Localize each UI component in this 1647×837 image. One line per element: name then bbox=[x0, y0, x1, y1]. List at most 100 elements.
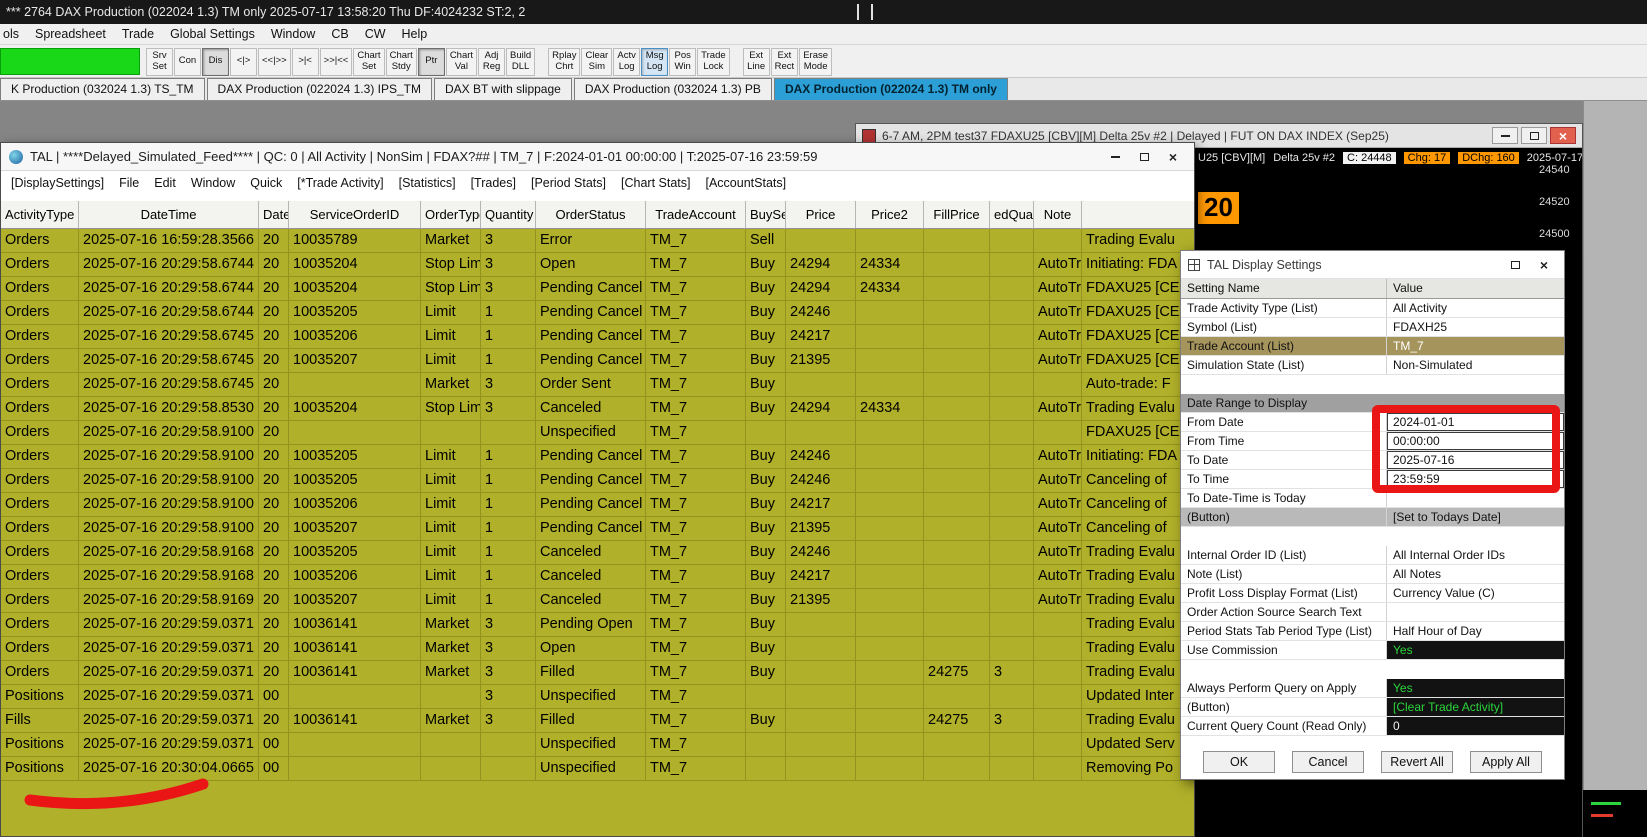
settings-row-trade-activity-type-list[interactable]: Trade Activity Type (List) All Activity bbox=[1181, 299, 1564, 318]
table-row[interactable]: Orders 2025-07-16 20:29:58.9168 20 10035206… bbox=[1, 565, 1194, 589]
settings-row-order-action-source-search-text[interactable]: Order Action Source Search Text bbox=[1181, 603, 1564, 622]
table-row[interactable]: Orders 2025-07-16 20:29:58.8530 20 10035204… bbox=[1, 397, 1194, 421]
dialog-titlebar[interactable]: TAL Display Settings × bbox=[1181, 251, 1564, 279]
minimize-icon[interactable] bbox=[1102, 148, 1128, 165]
settings-row-use-commission[interactable]: Use Commission Yes bbox=[1181, 641, 1564, 660]
menu-item-ols[interactable]: ols bbox=[3, 27, 19, 41]
column-header-date[interactable]: Date bbox=[259, 201, 289, 229]
column-header-quantity[interactable]: Quantity bbox=[481, 201, 536, 229]
close-icon[interactable]: × bbox=[1550, 127, 1576, 144]
menu-item-window[interactable]: Window bbox=[271, 27, 315, 41]
dialog-button-ok[interactable]: OK bbox=[1203, 751, 1275, 773]
tab-dax-bt-with-slippage[interactable]: DAX BT with slippage bbox=[433, 78, 572, 100]
table-row[interactable]: Orders 2025-07-16 20:29:58.6745 20 10035207… bbox=[1, 349, 1194, 373]
menu-item-trade[interactable]: Trade bbox=[122, 27, 154, 41]
close-icon[interactable]: × bbox=[1531, 256, 1557, 273]
dialog-button-revert-all[interactable]: Revert All bbox=[1381, 751, 1453, 773]
toolbar-button-srv-set[interactable]: Srv Set bbox=[146, 47, 173, 76]
tal-menu-edit[interactable]: Edit bbox=[154, 176, 176, 190]
toolbar-button-rplay-chrt[interactable]: Rplay Chrt bbox=[548, 47, 581, 76]
tal-menu-trade-activity[interactable]: [*Trade Activity] bbox=[297, 176, 383, 190]
column-header-last[interactable] bbox=[1082, 201, 1194, 229]
table-row[interactable]: Orders 2025-07-16 20:29:59.0371 20 10036141… bbox=[1, 637, 1194, 661]
table-row[interactable]: Orders 2025-07-16 20:29:58.9100 20 10035206… bbox=[1, 493, 1194, 517]
toolbar-button-ext-rect[interactable]: Ext Rect bbox=[770, 47, 799, 76]
table-row[interactable]: Orders 2025-07-16 20:29:58.9169 20 10035207… bbox=[1, 589, 1194, 613]
table-row[interactable]: Orders 2025-07-16 20:29:58.9100 20 10035207… bbox=[1, 517, 1194, 541]
toolbar-button-msg-log[interactable]: Msg Log bbox=[641, 47, 669, 76]
toolbar-button-item[interactable]: >>|<< bbox=[319, 47, 353, 76]
settings-row-trade-account-list[interactable]: Trade Account (List) TM_7 bbox=[1181, 337, 1564, 356]
settings-row-button[interactable]: (Button) [Set to Todays Date] bbox=[1181, 508, 1564, 527]
maximize-icon[interactable] bbox=[1502, 256, 1528, 273]
settings-row-period-stats-tab-period-type-list[interactable]: Period Stats Tab Period Type (List) Half … bbox=[1181, 622, 1564, 641]
table-row[interactable]: Positions 2025-07-16 20:29:59.0371 00 Unspe… bbox=[1, 733, 1194, 757]
tal-menu-displaysettings[interactable]: [DisplaySettings] bbox=[11, 176, 104, 190]
tal-menu-trades[interactable]: [Trades] bbox=[471, 176, 516, 190]
table-row[interactable]: Orders 2025-07-16 20:29:59.0371 20 10036141… bbox=[1, 661, 1194, 685]
toolbar-button-trade-lock[interactable]: Trade Lock bbox=[697, 47, 730, 76]
settings-row-simulation-state-list[interactable]: Simulation State (List) Non-Simulated bbox=[1181, 356, 1564, 375]
column-header-ordertype[interactable]: OrderType bbox=[421, 201, 481, 229]
tab-dax-production-022024-1-3-ips-tm[interactable]: DAX Production (022024 1.3) IPS_TM bbox=[206, 78, 432, 100]
dialog-button-cancel[interactable]: Cancel bbox=[1292, 751, 1364, 773]
toolbar-button-chart-stdy[interactable]: Chart Stdy bbox=[385, 47, 417, 76]
settings-row-internal-order-id-list[interactable]: Internal Order ID (List) All Internal Ord… bbox=[1181, 546, 1564, 565]
table-row[interactable]: Orders 2025-07-16 20:29:58.9100 20 10035205… bbox=[1, 469, 1194, 493]
toolbar-button-ext-line[interactable]: Ext Line bbox=[742, 47, 770, 76]
toolbar-button-item[interactable]: <<|>> bbox=[258, 47, 291, 76]
toolbar-button-dis[interactable]: Dis bbox=[202, 47, 229, 76]
tal-menu-accountstats[interactable]: [AccountStats] bbox=[706, 176, 787, 190]
tab-dax-production-022024-1-3-tm-only[interactable]: DAX Production (022024 1.3) TM only bbox=[773, 78, 1008, 100]
tal-menu-period-stats[interactable]: [Period Stats] bbox=[531, 176, 606, 190]
table-row[interactable]: Orders 2025-07-16 20:29:58.6745 20 10035206… bbox=[1, 325, 1194, 349]
tal-menu-chart-stats[interactable]: [Chart Stats] bbox=[621, 176, 690, 190]
column-header-edquan[interactable]: edQuan bbox=[990, 201, 1034, 229]
settings-row[interactable] bbox=[1181, 375, 1564, 394]
toolbar-button-actv-log[interactable]: Actv Log bbox=[613, 47, 641, 76]
toolbar-button-build-dll[interactable]: Build DLL bbox=[506, 47, 536, 76]
table-row[interactable]: Orders 2025-07-16 20:29:58.6745 20 Market 3 O… bbox=[1, 373, 1194, 397]
tal-window-titlebar[interactable]: TAL | ****Delayed_Simulated_Feed**** | Q… bbox=[1, 143, 1194, 171]
settings-row-current-query-count-read-only[interactable]: Current Query Count (Read Only) 0 bbox=[1181, 717, 1564, 736]
column-header-activitytype[interactable]: ActivityType bbox=[1, 201, 79, 229]
column-header-price2[interactable]: Price2 bbox=[856, 201, 924, 229]
settings-row-profit-loss-display-format-list[interactable]: Profit Loss Display Format (List) Currenc… bbox=[1181, 584, 1564, 603]
toolbar-button-erase-mode[interactable]: Erase Mode bbox=[799, 47, 833, 76]
tal-menu-statistics[interactable]: [Statistics] bbox=[399, 176, 456, 190]
menu-item-help[interactable]: Help bbox=[402, 27, 428, 41]
toolbar-button-ptr[interactable]: Ptr bbox=[417, 47, 445, 76]
tal-menu-quick[interactable]: Quick bbox=[250, 176, 282, 190]
menu-item-spreadsheet[interactable]: Spreadsheet bbox=[35, 27, 106, 41]
toolbar-button-con[interactable]: Con bbox=[174, 47, 201, 76]
toolbar-button-chart-val[interactable]: Chart Val bbox=[445, 47, 478, 76]
toolbar-button-chart-set[interactable]: Chart Set bbox=[353, 47, 385, 76]
table-row[interactable]: Orders 2025-07-16 20:29:58.9100 20 Unspecif… bbox=[1, 421, 1194, 445]
column-header-tradeaccount[interactable]: TradeAccount bbox=[646, 201, 746, 229]
toolbar-button-clear-sim[interactable]: Clear Sim bbox=[581, 47, 613, 76]
column-header-note[interactable]: Note bbox=[1034, 201, 1082, 229]
menu-item-cb[interactable]: CB bbox=[331, 27, 348, 41]
column-header-price[interactable]: Price bbox=[786, 201, 856, 229]
tab-k-production-032024-1-3-ts-tm[interactable]: K Production (032024 1.3) TS_TM bbox=[0, 78, 205, 100]
column-header-orderstatus[interactable]: OrderStatus bbox=[536, 201, 646, 229]
table-row[interactable]: Orders 2025-07-16 20:29:58.6744 20 10035204… bbox=[1, 277, 1194, 301]
tal-menu-file[interactable]: File bbox=[119, 176, 139, 190]
toolbar-button-item[interactable]: >|< bbox=[291, 47, 319, 76]
toolbar-button-pos-win[interactable]: Pos Win bbox=[669, 47, 697, 76]
toolbar-button-item[interactable]: <|> bbox=[230, 47, 257, 76]
table-row[interactable]: Fills 2025-07-16 20:29:59.0371 20 10036141 M… bbox=[1, 709, 1194, 733]
table-row[interactable]: Orders 2025-07-16 20:29:59.0371 20 10036141… bbox=[1, 613, 1194, 637]
settings-row[interactable] bbox=[1181, 660, 1564, 679]
table-row[interactable]: Positions 2025-07-16 20:29:59.0371 00 3 Unsp… bbox=[1, 685, 1194, 709]
table-row[interactable]: Orders 2025-07-16 16:59:28.3566 20 10035789… bbox=[1, 229, 1194, 253]
maximize-icon[interactable] bbox=[1131, 148, 1157, 165]
column-header-serviceorderid[interactable]: ServiceOrderID bbox=[289, 201, 421, 229]
column-header-datetime[interactable]: DateTime bbox=[79, 201, 259, 229]
column-header-fillprice[interactable]: FillPrice bbox=[924, 201, 990, 229]
settings-row-note-list[interactable]: Note (List) All Notes bbox=[1181, 565, 1564, 584]
menu-item-cw[interactable]: CW bbox=[365, 27, 386, 41]
maximize-icon[interactable] bbox=[1521, 127, 1547, 144]
table-row[interactable]: Orders 2025-07-16 20:29:58.6744 20 10035204… bbox=[1, 253, 1194, 277]
settings-row-button[interactable]: (Button) [Clear Trade Activity] bbox=[1181, 698, 1564, 717]
